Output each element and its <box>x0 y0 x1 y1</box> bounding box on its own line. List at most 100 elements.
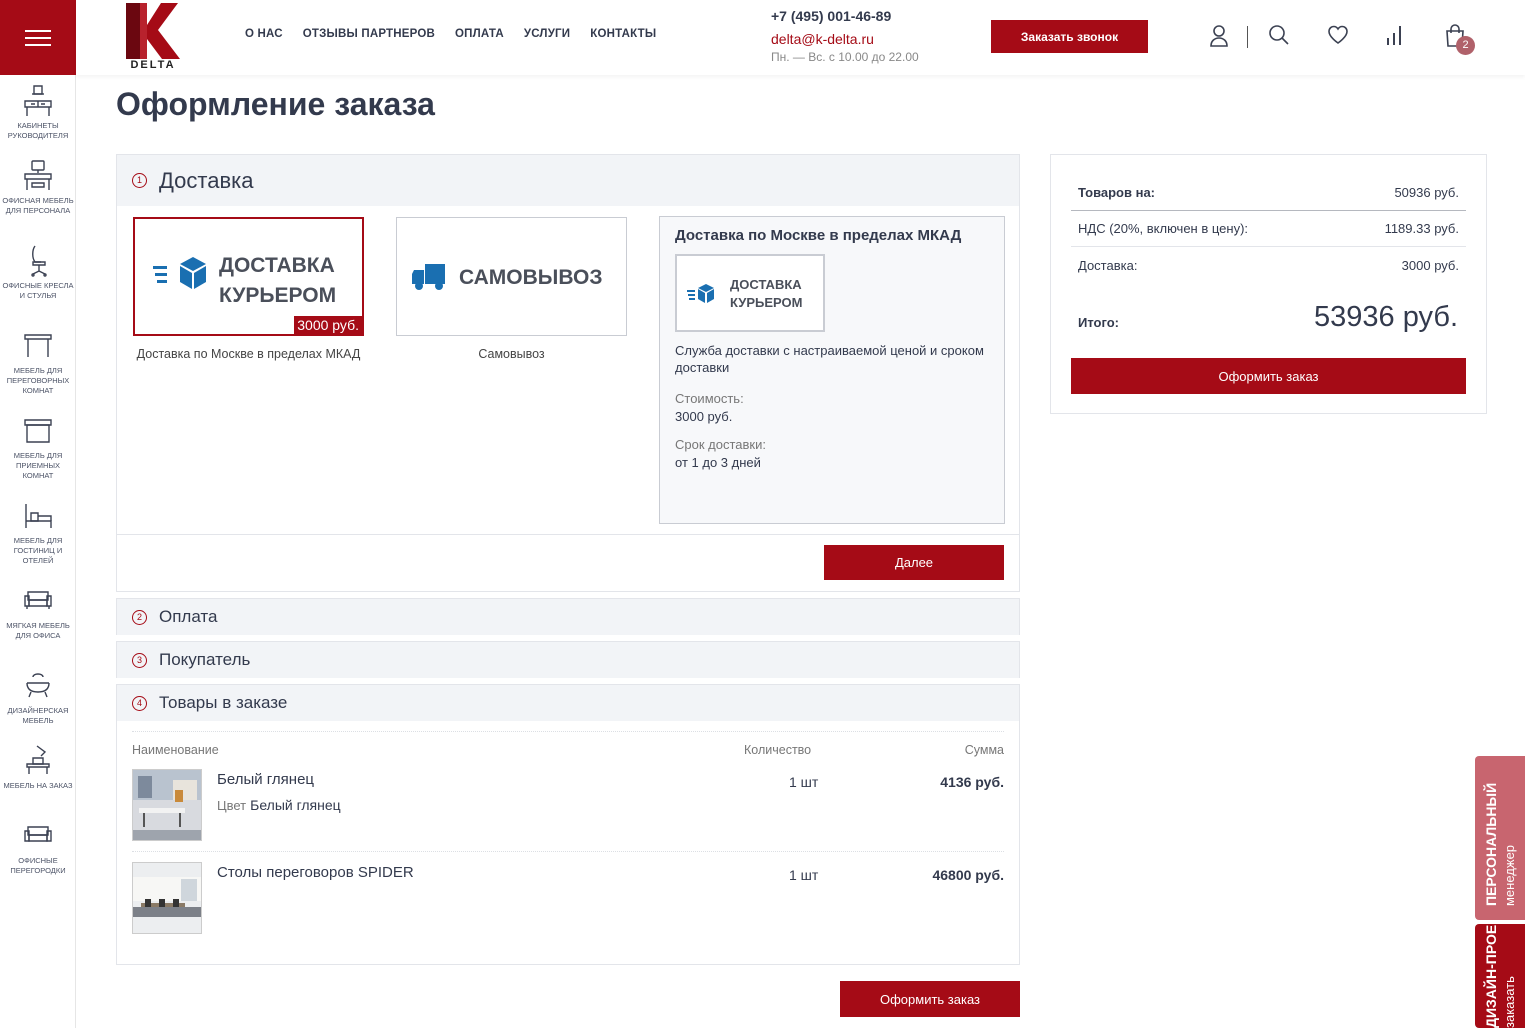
sidebar-item-chairs[interactable]: ОФИСНЫЕ КРЕСЛА И СТУЛЬЯ <box>0 244 76 301</box>
summary-value: 50936 руб. <box>1394 185 1459 200</box>
sidebar-item-reception[interactable]: МЕБЕЛЬ ДЛЯ ПРИЕМНЫХ КОМНАТ <box>0 414 76 481</box>
step-number: 1 <box>132 173 147 188</box>
pickup-caption[interactable]: Самовывоз <box>396 345 627 363</box>
sidebar-item-executive[interactable]: КАБИНЕТЫ РУКОВОДИТЕЛЯ <box>0 84 76 141</box>
office-chair-icon <box>31 245 47 277</box>
manager-title: ПЕРСОНАЛЬНЫЙ <box>1483 782 1499 906</box>
delivery-term-label: Срок доставки: <box>675 437 766 452</box>
sidebar-item-label: ОФИСНАЯ МЕБЕЛЬ ДЛЯ ПЕРСОНАЛА <box>2 196 74 215</box>
info-logo-line2: КУРЬЕРОМ <box>730 295 803 310</box>
column-name: Наименование <box>132 743 219 757</box>
sidebar-item-hotels[interactable]: МЕБЕЛЬ ДЛЯ ГОСТИНИЦ И ОТЕЛЕЙ <box>0 499 76 566</box>
product-property: Цвет Белый глянец <box>217 797 341 813</box>
summary-row-vat: НДС (20%, включен в цену): 1189.33 руб. <box>1071 211 1466 247</box>
payment-section[interactable]: 2 Оплата <box>116 598 1020 635</box>
delivery-info-title: Доставка по Москве в пределах МКАД <box>675 227 962 244</box>
place-order-bottom-button[interactable]: Оформить заказ <box>840 981 1020 1017</box>
delivery-cost-label: Стоимость: <box>675 391 744 406</box>
delivery-option-pickup[interactable]: САМОВЫВОЗ <box>396 217 627 336</box>
design-project-text: ДИЗАЙН-ПРОЕКТ заказать <box>1483 924 1519 1028</box>
executive-desk-icon <box>24 85 52 116</box>
personal-manager-tab[interactable]: ПЕРСОНАЛЬНЫЙ менеджер <box>1475 756 1525 920</box>
delivery-term-value: от 1 до 3 дней <box>675 455 761 470</box>
nav-about[interactable]: О НАС <box>245 28 283 40</box>
section-title: Покупатель <box>159 650 251 669</box>
buyer-header[interactable]: 3 Покупатель <box>117 642 1019 678</box>
header-divider <box>1247 26 1248 48</box>
product-thumbnail[interactable] <box>132 769 202 841</box>
sidebar-item-custom[interactable]: МЕБЕЛЬ НА ЗАКАЗ <box>0 744 76 791</box>
reception-desk-icon <box>24 419 52 443</box>
partition-icon <box>24 826 52 842</box>
summary-row-delivery: Доставка: 3000 руб. <box>1071 247 1466 283</box>
sidebar-item-label: ОФИСНЫЕ ПЕРЕГОРОДКИ <box>10 856 66 875</box>
sidebar-item-meeting[interactable]: МЕБЕЛЬ ДЛЯ ПЕРЕГОВОРНЫХ КОМНАТ <box>0 329 76 396</box>
product-name-link[interactable]: Белый глянец <box>217 771 314 788</box>
nav-payment[interactable]: ОПЛАТА <box>455 28 504 40</box>
work-hours: Пн. — Вс. с 10.00 до 22.00 <box>771 50 919 64</box>
sidebar-item-soft[interactable]: МЯГКАЯ МЕБЕЛЬ ДЛЯ ОФИСА <box>0 584 76 641</box>
phone-link[interactable]: +7 (495) 001-46-89 <box>771 8 891 24</box>
heart-icon[interactable] <box>1327 24 1349 46</box>
designer-chair-icon <box>26 673 50 698</box>
nav-services[interactable]: УСЛУГИ <box>524 28 570 40</box>
payment-header[interactable]: 2 Оплата <box>117 599 1019 635</box>
info-logo-text: ДОСТАВКА КУРЬЕРОМ <box>730 276 802 312</box>
staff-desk-icon <box>24 160 52 190</box>
office-photo <box>133 770 201 840</box>
menu-burger-button[interactable] <box>0 0 76 75</box>
design-project-tab[interactable]: ДИЗАЙН-ПРОЕКТ заказать <box>1475 924 1525 1028</box>
delivery-option-courier[interactable]: ДОСТАВКА КУРЬЕРОМ 3000 руб. <box>133 217 364 336</box>
custom-furniture-icon <box>26 745 50 774</box>
column-quantity: Количество <box>744 743 812 757</box>
order-summary: Товаров на: 50936 руб. НДС (20%, включен… <box>1050 154 1487 414</box>
site-header: DELTA О НАС ОТЗЫВЫ ПАРТНЕРОВ ОПЛАТА УСЛУ… <box>76 0 1525 75</box>
compare-icon[interactable] <box>1385 24 1405 46</box>
sidebar-item-staff[interactable]: ОФИСНАЯ МЕБЕЛЬ ДЛЯ ПЕРСОНАЛА <box>0 159 76 216</box>
sidebar-item-label: МЕБЕЛЬ ДЛЯ ПРИЕМНЫХ КОМНАТ <box>13 451 63 480</box>
divider <box>132 731 1004 732</box>
divider <box>132 851 1004 852</box>
sidebar-item-label: МЕБЕЛЬ НА ЗАКАЗ <box>3 781 73 790</box>
product-sum: 4136 руб. <box>940 774 1004 790</box>
goods-section: 4 Товары в заказе Наименование Количеств… <box>116 684 1020 965</box>
nav-contacts[interactable]: КОНТАКТЫ <box>590 28 656 40</box>
section-title: Доставка <box>159 167 254 193</box>
user-icon[interactable] <box>1209 24 1229 48</box>
column-sum: Сумма <box>964 743 1004 757</box>
design-title: ДИЗАЙН-ПРОЕКТ <box>1483 924 1499 1028</box>
sidebar-item-label: МЕБЕЛЬ ДЛЯ ПЕРЕГОВОРНЫХ КОМНАТ <box>6 366 70 395</box>
manager-subtitle: менеджер <box>1502 844 1517 906</box>
summary-row-goods: Товаров на: 50936 руб. <box>1071 175 1466 211</box>
next-button[interactable]: Далее <box>824 545 1004 580</box>
buyer-section[interactable]: 3 Покупатель <box>116 641 1020 678</box>
step-number: 3 <box>132 652 147 668</box>
sofa-icon <box>24 591 52 609</box>
sidebar-item-partitions[interactable]: ОФИСНЫЕ ПЕРЕГОРОДКИ <box>0 819 76 876</box>
bed-icon <box>25 504 52 528</box>
summary-value: 1189.33 руб. <box>1384 221 1459 236</box>
courier-caption[interactable]: Доставка по Москве в пределах МКАД <box>133 345 364 363</box>
sidebar-item-label: МЕБЕЛЬ ДЛЯ ГОСТИНИЦ И ОТЕЛЕЙ <box>13 536 63 565</box>
delivery-description: Служба доставки с настраиваемой ценой и … <box>675 343 984 375</box>
delivery-header[interactable]: 1 Доставка <box>117 155 1019 206</box>
summary-value: 3000 руб. <box>1401 257 1459 273</box>
sidebar-item-designer[interactable]: ДИЗАЙНЕРСКАЯ МЕБЕЛЬ <box>0 669 76 726</box>
courier-logo-line2: КУРЬЕРОМ <box>219 284 337 307</box>
sidebar-item-label: КАБИНЕТЫ РУКОВОДИТЕЛЯ <box>7 121 69 140</box>
email-link[interactable]: delta@k-delta.ru <box>771 31 874 47</box>
request-call-button[interactable]: Заказать звонок <box>991 20 1148 53</box>
section-title: Оплата <box>159 607 218 626</box>
courier-logo-line1: ДОСТАВКА <box>219 254 335 277</box>
product-name-link[interactable]: Столы переговоров SPIDER <box>217 864 414 881</box>
delivery-info-logo: ДОСТАВКА КУРЬЕРОМ <box>675 254 825 332</box>
product-thumbnail[interactable] <box>132 862 202 934</box>
sidebar-item-label: ОФИСНЫЕ КРЕСЛА И СТУЛЬЯ <box>2 281 74 300</box>
courier-logo-text: ДОСТАВКА КУРЬЕРОМ <box>219 251 359 311</box>
total-label: Итого: <box>1078 315 1119 330</box>
search-icon[interactable] <box>1268 24 1290 46</box>
nav-reviews[interactable]: ОТЗЫВЫ ПАРТНЕРОВ <box>303 28 435 40</box>
place-order-button[interactable]: Оформить заказ <box>1071 358 1466 394</box>
personal-manager-text: ПЕРСОНАЛЬНЫЙ менеджер <box>1483 783 1519 906</box>
goods-header[interactable]: 4 Товары в заказе <box>117 685 1019 721</box>
